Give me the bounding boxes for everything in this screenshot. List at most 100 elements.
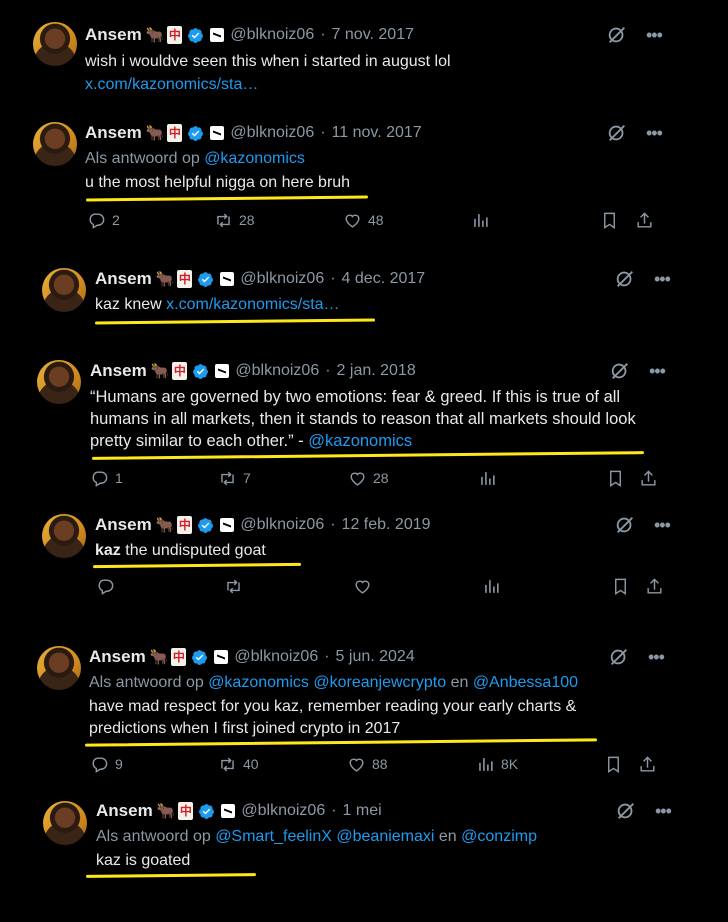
- affiliate-badge-icon[interactable]: [221, 804, 236, 818]
- reply-button[interactable]: [96, 577, 115, 596]
- highlight-underline: [85, 873, 257, 878]
- affiliate-badge-icon[interactable]: [220, 272, 235, 286]
- grok-icon[interactable]: [614, 514, 636, 536]
- avatar[interactable]: [33, 122, 77, 166]
- reply-mention-3[interactable]: @conzimp: [461, 828, 537, 845]
- reply-mention-3[interactable]: @Anbessa100: [473, 674, 578, 691]
- more-icon[interactable]: •••: [649, 362, 666, 380]
- repost-button[interactable]: 7: [218, 469, 251, 488]
- avatar[interactable]: [37, 646, 81, 690]
- repost-button[interactable]: 28: [214, 211, 255, 230]
- avatar[interactable]: [37, 360, 81, 404]
- display-name[interactable]: Ansem: [85, 123, 142, 143]
- reply-button[interactable]: 2: [87, 211, 120, 230]
- tweet-2[interactable]: Ansem 🐂 中 @blknoiz06 · 11 nov. 2017 ••• …: [0, 116, 728, 236]
- timestamp[interactable]: 7 nov. 2017: [332, 26, 414, 44]
- more-icon[interactable]: •••: [654, 516, 671, 534]
- views-button[interactable]: [471, 211, 490, 230]
- more-icon[interactable]: •••: [646, 124, 663, 142]
- reply-button[interactable]: 9: [90, 755, 123, 774]
- reply-mention-1[interactable]: @kazonomics: [208, 674, 309, 691]
- affiliate-badge-icon[interactable]: [215, 364, 230, 378]
- handle[interactable]: @blknoiz06: [230, 26, 314, 44]
- timestamp[interactable]: 2 jan. 2018: [337, 362, 416, 380]
- share-button[interactable]: [645, 577, 664, 596]
- more-icon[interactable]: •••: [646, 26, 663, 44]
- verified-badge-icon[interactable]: [198, 803, 215, 820]
- verified-badge-icon[interactable]: [191, 649, 208, 666]
- handle[interactable]: @blknoiz06: [241, 802, 325, 820]
- repost-button[interactable]: 40: [218, 755, 259, 774]
- grok-icon[interactable]: [608, 646, 630, 668]
- share-button[interactable]: [635, 211, 654, 230]
- reply-mention-1[interactable]: @Smart_feelinX: [215, 828, 332, 845]
- tweet-4[interactable]: Ansem 🐂 中 @blknoiz06 · 2 jan. 2018 ••• “…: [0, 354, 728, 494]
- timestamp[interactable]: 12 feb. 2019: [342, 516, 431, 534]
- grok-icon[interactable]: [606, 122, 628, 144]
- tweet-link[interactable]: x.com/kazonomics/sta…: [166, 296, 339, 313]
- verified-badge-icon[interactable]: [192, 363, 209, 380]
- handle[interactable]: @blknoiz06: [234, 648, 318, 666]
- more-icon[interactable]: •••: [655, 802, 672, 820]
- bookmark-button[interactable]: [604, 755, 623, 774]
- timestamp[interactable]: 11 nov. 2017: [332, 124, 422, 142]
- views-button[interactable]: [482, 577, 501, 596]
- avatar[interactable]: [42, 514, 86, 558]
- reply-mention-2[interactable]: @koreanjewcrypto: [313, 674, 446, 691]
- grok-icon[interactable]: [615, 800, 637, 822]
- verified-badge-icon[interactable]: [197, 517, 214, 534]
- more-icon[interactable]: •••: [654, 270, 671, 288]
- reply-mention[interactable]: @kazonomics: [204, 150, 305, 167]
- avatar[interactable]: [43, 801, 87, 845]
- handle[interactable]: @blknoiz06: [240, 516, 324, 534]
- handle[interactable]: @blknoiz06: [230, 124, 314, 142]
- like-button[interactable]: 28: [348, 469, 389, 488]
- grok-icon[interactable]: [609, 360, 631, 382]
- tweet-mention[interactable]: @kazonomics: [308, 432, 412, 450]
- share-button[interactable]: [638, 755, 657, 774]
- display-name[interactable]: Ansem: [90, 361, 147, 381]
- handle[interactable]: @blknoiz06: [240, 270, 324, 288]
- like-button[interactable]: 88: [347, 755, 388, 774]
- bookmark-button[interactable]: [611, 577, 630, 596]
- like-button[interactable]: [353, 577, 372, 596]
- separator-dot: ·: [330, 516, 336, 533]
- bookmark-button[interactable]: [606, 469, 625, 488]
- avatar[interactable]: [33, 22, 77, 66]
- affiliate-badge-icon[interactable]: [220, 518, 235, 532]
- grok-icon[interactable]: [614, 268, 636, 290]
- tweet-3[interactable]: Ansem 🐂 中 @blknoiz06 · 4 dec. 2017 ••• k…: [0, 262, 728, 332]
- affiliate-badge-icon[interactable]: [210, 28, 225, 42]
- timestamp[interactable]: 5 jun. 2024: [336, 648, 415, 666]
- avatar[interactable]: [42, 268, 86, 312]
- tweet-6[interactable]: Ansem 🐂 中 @blknoiz06 · 5 jun. 2024 ••• A…: [0, 640, 728, 780]
- share-button[interactable]: [639, 469, 658, 488]
- separator-dot: ·: [325, 362, 331, 379]
- verified-badge-icon[interactable]: [187, 125, 204, 142]
- affiliate-badge-icon[interactable]: [214, 650, 229, 664]
- display-name[interactable]: Ansem: [95, 515, 152, 535]
- repost-button[interactable]: [224, 577, 243, 596]
- handle[interactable]: @blknoiz06: [235, 362, 319, 380]
- views-button[interactable]: 8K: [476, 755, 518, 774]
- tweet-1[interactable]: Ansem 🐂 中 @blknoiz06 · 7 nov. 2017 ••• w…: [0, 18, 728, 98]
- display-name[interactable]: Ansem: [89, 647, 146, 667]
- verified-badge-icon[interactable]: [187, 27, 204, 44]
- timestamp[interactable]: 4 dec. 2017: [342, 270, 426, 288]
- reply-button[interactable]: 1: [90, 469, 123, 488]
- tweet-link[interactable]: x.com/kazonomics/sta…: [85, 74, 258, 96]
- bookmark-button[interactable]: [600, 211, 619, 230]
- tweet-7[interactable]: Ansem 🐂 中 @blknoiz06 · 1 mei ••• Als ant…: [0, 795, 728, 885]
- more-icon[interactable]: •••: [648, 648, 665, 666]
- like-button[interactable]: 48: [343, 211, 384, 230]
- verified-badge-icon[interactable]: [197, 271, 214, 288]
- timestamp[interactable]: 1 mei: [343, 802, 382, 820]
- display-name[interactable]: Ansem: [95, 269, 152, 289]
- display-name[interactable]: Ansem: [85, 25, 142, 45]
- tweet-5[interactable]: Ansem 🐂 中 @blknoiz06 · 12 feb. 2019 ••• …: [0, 508, 728, 608]
- reply-mention-2[interactable]: @beaniemaxi: [336, 828, 434, 845]
- views-button[interactable]: [478, 469, 497, 488]
- grok-icon[interactable]: [606, 24, 628, 46]
- display-name[interactable]: Ansem: [96, 801, 153, 821]
- affiliate-badge-icon[interactable]: [210, 126, 225, 140]
